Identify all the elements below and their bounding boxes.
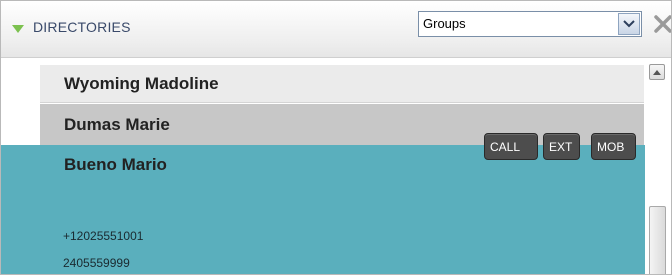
panel-header: DIRECTORIES Groups xyxy=(1,1,671,58)
panel-title[interactable]: DIRECTORIES xyxy=(33,19,131,35)
contact-name: Bueno Mario xyxy=(64,155,167,174)
contact-name: Wyoming Madoline xyxy=(64,74,219,93)
directories-panel: DIRECTORIES Groups Wyoming Madoline Duma… xyxy=(0,0,672,275)
contact-name: Dumas Marie xyxy=(64,115,170,134)
phone-number[interactable]: +12025551001 xyxy=(63,229,143,243)
group-select[interactable]: Groups xyxy=(418,11,642,37)
scrollbar[interactable] xyxy=(645,58,671,274)
group-select-value: Groups xyxy=(423,16,466,31)
close-icon[interactable] xyxy=(653,13,671,35)
ext-button[interactable]: EXT xyxy=(543,133,580,160)
chevron-down-icon[interactable] xyxy=(618,13,640,35)
scrollbar-thumb[interactable] xyxy=(649,206,666,274)
phone-number[interactable]: 2405559999 xyxy=(63,256,130,270)
call-button[interactable]: CALL xyxy=(484,133,538,160)
arrow-up-icon[interactable] xyxy=(649,64,665,80)
collapse-triangle-icon[interactable] xyxy=(12,25,24,33)
mob-button[interactable]: MOB xyxy=(591,133,636,160)
contact-row[interactable]: Wyoming Madoline xyxy=(40,65,644,103)
